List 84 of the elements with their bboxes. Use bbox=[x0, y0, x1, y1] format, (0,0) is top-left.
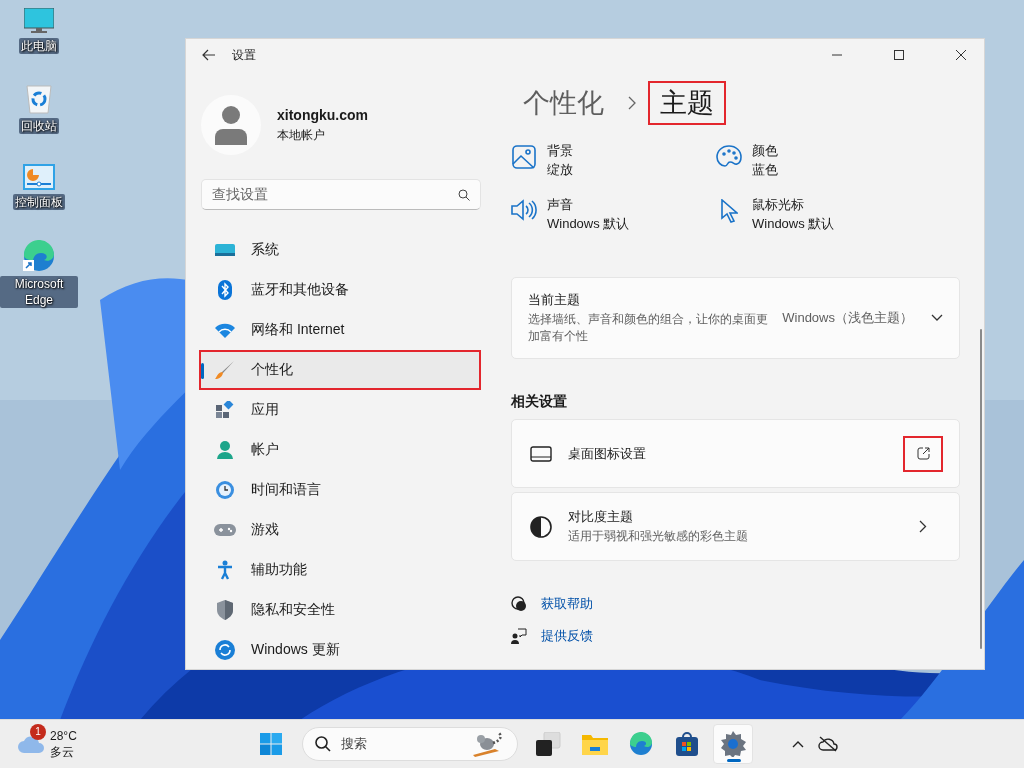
clock-globe-icon bbox=[215, 480, 235, 500]
nav-item[interactable]: 蓝牙和其他设备 bbox=[199, 270, 481, 310]
card-title: 对比度主题 bbox=[568, 508, 634, 526]
nav-item[interactable]: 帐户 bbox=[199, 430, 481, 470]
window-title: 设置 bbox=[232, 46, 256, 64]
edge-icon bbox=[629, 732, 653, 756]
setting-value: 蓝色 bbox=[752, 161, 778, 179]
person-icon bbox=[217, 441, 233, 459]
chevron-icon bbox=[628, 96, 636, 110]
card-description: 选择墙纸、声音和颜色的组合，让你的桌面更加富有个性 bbox=[528, 311, 769, 345]
help-link[interactable]: 获取帮助 bbox=[541, 595, 593, 613]
account-name: xitongku.com bbox=[277, 106, 368, 123]
breadcrumb: 主题 bbox=[648, 81, 726, 125]
card-title: 当前主题 bbox=[528, 291, 581, 309]
search-field[interactable]: 查找设置 bbox=[201, 179, 481, 210]
shield-icon bbox=[217, 600, 233, 620]
related-setting-card[interactable]: 桌面图标设置 bbox=[511, 419, 960, 488]
chevron-down-icon[interactable] bbox=[931, 314, 943, 322]
help-chat-icon bbox=[511, 596, 527, 612]
nav-item[interactable]: 应用 bbox=[199, 390, 481, 430]
nav-item[interactable]: 隐私和安全性 bbox=[199, 590, 481, 630]
brush-icon bbox=[215, 360, 235, 380]
related-setting-card[interactable]: 对比度主题 适用于弱视和强光敏感的彩色主题 bbox=[511, 492, 960, 561]
back-icon[interactable] bbox=[202, 49, 216, 61]
folder-icon bbox=[582, 733, 608, 755]
setting-title[interactable]: 颜色 bbox=[752, 141, 778, 160]
accessibility-icon bbox=[217, 560, 233, 580]
bluetooth-icon bbox=[218, 280, 232, 300]
account-type: 本地帐户 bbox=[277, 126, 326, 144]
image-icon bbox=[512, 145, 536, 169]
breadcrumb[interactable]: 个性化 bbox=[511, 81, 616, 125]
current-theme-card[interactable]: 当前主题 选择墙纸、声音和颜色的组合，让你的桌面更加富有个性 Windows（浅色主题） bbox=[511, 277, 960, 359]
display-icon bbox=[530, 445, 552, 462]
setting-title[interactable]: 鼠标光标 bbox=[752, 195, 835, 214]
card-title: 桌面图标设置 bbox=[568, 444, 646, 463]
store-bag-icon bbox=[675, 732, 699, 756]
recycle-bin-icon bbox=[26, 84, 52, 114]
card-description: 适用于弱视和强光敏感的彩色主题 bbox=[568, 528, 748, 545]
edge-icon bbox=[23, 240, 55, 272]
desktop-icon-label[interactable]: 此电脑 bbox=[19, 38, 59, 54]
desktop-icon-label[interactable]: 回收站 bbox=[19, 118, 59, 134]
settings-icon bbox=[720, 731, 746, 757]
theme-value: Windows（浅色主题） bbox=[782, 309, 913, 327]
nav-item[interactable]: 时间和语言 bbox=[199, 470, 481, 510]
contrast-icon bbox=[530, 515, 552, 538]
search-icon bbox=[458, 188, 470, 201]
setting-value: Windows 默认 bbox=[752, 215, 835, 233]
nav-item[interactable]: 个性化 bbox=[199, 350, 481, 390]
close-icon[interactable] bbox=[956, 50, 966, 60]
nav-item[interactable]: Windows 更新 bbox=[199, 630, 481, 670]
nav-item[interactable]: 网络和 Internet bbox=[199, 310, 481, 350]
setting-title[interactable]: 背景 bbox=[547, 141, 573, 160]
notification-badge: 1 bbox=[30, 724, 46, 740]
cursor-icon bbox=[720, 199, 738, 223]
control-panel-icon bbox=[23, 164, 55, 190]
temperature[interactable]: 28°C bbox=[50, 728, 77, 744]
weather-condition[interactable]: 多云 bbox=[50, 744, 77, 760]
gamepad-icon bbox=[214, 523, 236, 537]
cloud-icon bbox=[18, 735, 44, 753]
help-link[interactable]: 提供反馈 bbox=[541, 627, 593, 645]
nav-item[interactable]: 游戏 bbox=[199, 510, 481, 550]
search-icon bbox=[315, 736, 331, 752]
cloud-off-icon[interactable] bbox=[818, 736, 838, 752]
external-link-icon[interactable] bbox=[916, 447, 930, 460]
maximize-icon[interactable] bbox=[894, 50, 904, 60]
sync-icon bbox=[215, 640, 235, 660]
wifi-icon bbox=[215, 322, 235, 338]
nav-item[interactable]: 系统 bbox=[199, 230, 481, 270]
monitor-icon bbox=[215, 242, 235, 258]
monitor-icon bbox=[24, 8, 54, 34]
chevron-icon[interactable] bbox=[919, 520, 927, 533]
start-icon[interactable] bbox=[260, 733, 282, 755]
setting-value: Windows 默认 bbox=[547, 215, 630, 233]
setting-title[interactable]: 声音 bbox=[547, 195, 630, 214]
speaker-icon bbox=[511, 199, 537, 221]
desktop-icon-label[interactable]: Microsoft Edge bbox=[0, 276, 78, 308]
taskbar-search-field[interactable]: 搜索 bbox=[302, 727, 518, 761]
apps-icon bbox=[216, 401, 234, 419]
chevron-up-icon[interactable] bbox=[792, 740, 804, 748]
nav-item[interactable]: 辅助功能 bbox=[199, 550, 481, 590]
setting-value: 绽放 bbox=[547, 161, 573, 179]
task-view-icon bbox=[536, 732, 562, 756]
section-heading: 相关设置 bbox=[511, 393, 568, 411]
feedback-icon bbox=[511, 628, 527, 644]
